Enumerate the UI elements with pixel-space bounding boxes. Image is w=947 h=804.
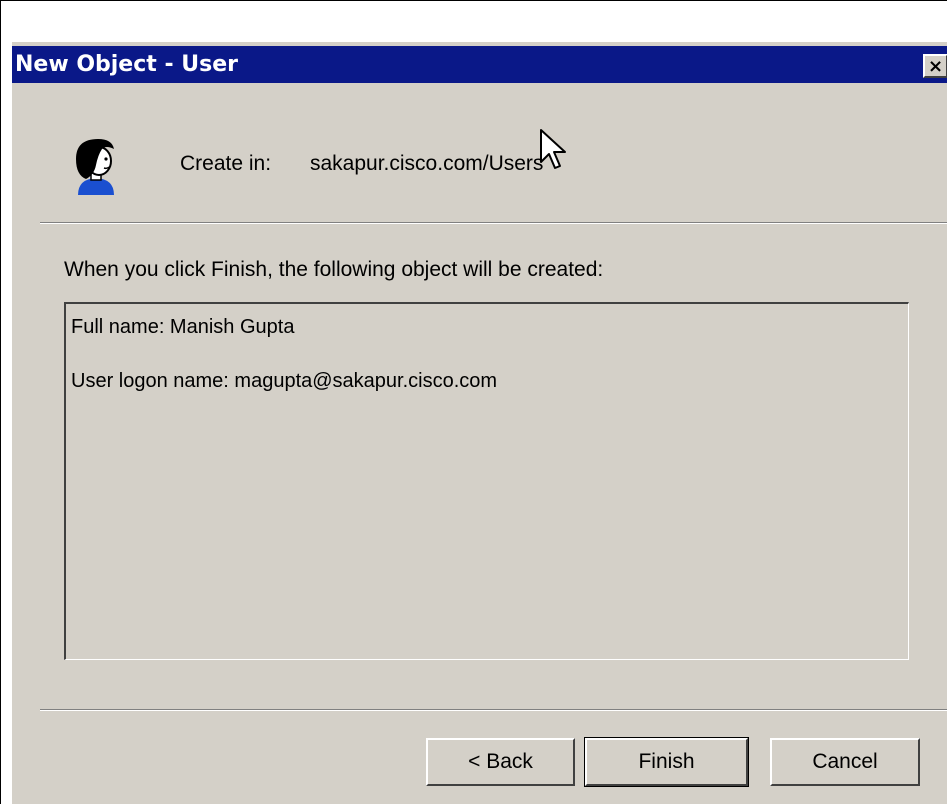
create-in-label: Create in: [180, 152, 272, 175]
user-icon [76, 139, 114, 195]
close-button[interactable]: × [923, 54, 947, 78]
window-title: New Object - User [15, 52, 238, 77]
new-object-user-dialog: New Object - User × Create in: sakapur.c… [10, 40, 947, 804]
finish-info-label: When you click Finish, the following obj… [64, 258, 604, 281]
summary-logon-name: User logon name: magupta@sakapur.cisco.c… [71, 370, 498, 392]
back-button[interactable]: < Back [426, 738, 575, 786]
summary-box[interactable]: Full name: Manish Gupta User logon name:… [64, 302, 909, 660]
separator-top [40, 222, 947, 224]
mouse-pointer-icon [540, 129, 566, 169]
create-in-value: sakapur.cisco.com/Users [310, 152, 544, 175]
summary-full-name: Full name: Manish Gupta [71, 316, 295, 338]
title-bar[interactable]: New Object - User × [12, 46, 947, 83]
close-icon: × [927, 55, 944, 77]
separator-bottom [40, 709, 947, 711]
cancel-button[interactable]: Cancel [770, 738, 920, 786]
finish-button[interactable]: Finish [584, 737, 749, 787]
